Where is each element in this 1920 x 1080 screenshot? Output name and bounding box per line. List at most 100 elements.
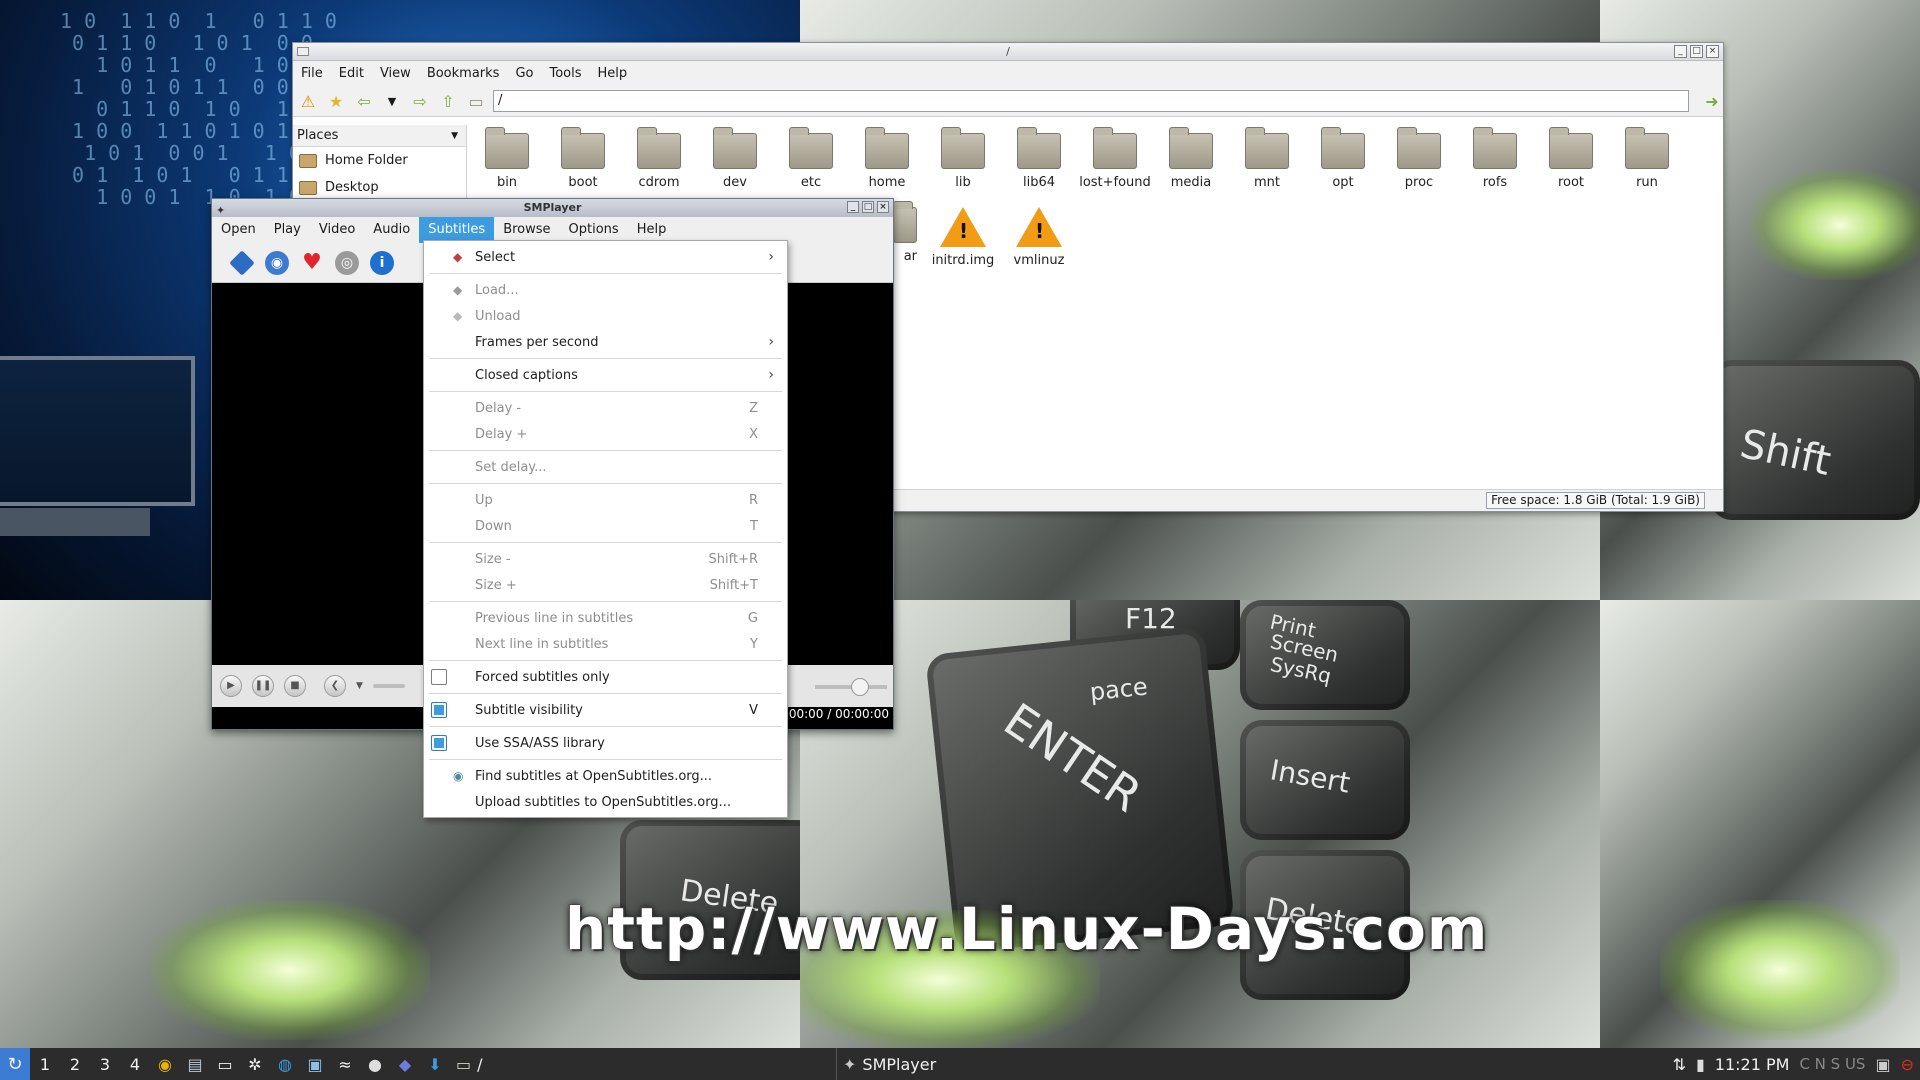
seek-slider[interactable] xyxy=(372,684,405,688)
menu-item-find-subs[interactable]: ◉ Find subtitles at OpenSubtitles.org... xyxy=(427,763,784,789)
file-item[interactable]: dev xyxy=(697,127,773,190)
menu-item-size-minus[interactable]: Size - Shift+R xyxy=(427,546,784,572)
menu-item-down[interactable]: Down T xyxy=(427,513,784,539)
maximize-button[interactable]: □ xyxy=(862,201,874,213)
player-icon[interactable]: ◆ xyxy=(390,1055,420,1074)
start-menu-button[interactable]: ↻ xyxy=(0,1048,30,1080)
media-icon[interactable]: ● xyxy=(360,1055,390,1074)
file-manager-icon[interactable]: ▤ xyxy=(180,1055,210,1074)
minimize-button[interactable]: _ xyxy=(847,201,859,213)
file-item[interactable]: rofs xyxy=(1457,127,1533,190)
file-item[interactable]: cdrom xyxy=(621,127,697,190)
chevron-down-icon[interactable]: ▼ xyxy=(356,681,363,691)
favorites-icon[interactable]: ♥ xyxy=(300,250,324,275)
chrome-icon[interactable]: ◉ xyxy=(150,1055,180,1074)
menu-item-select[interactable]: ◆ Select › xyxy=(427,244,784,270)
package-icon[interactable]: ▣ xyxy=(300,1055,330,1074)
minimize-button[interactable]: _ xyxy=(1674,45,1687,58)
places-header[interactable]: Places ▼ xyxy=(293,125,466,147)
clock[interactable]: 11:21 PM xyxy=(1715,1055,1790,1074)
menu-open[interactable]: Open xyxy=(212,217,265,243)
download-icon[interactable]: ⬇ xyxy=(420,1055,450,1074)
menu-bookmarks[interactable]: Bookmarks xyxy=(427,66,500,81)
menu-item-fps[interactable]: Frames per second › xyxy=(427,329,784,355)
play-button[interactable]: ▶ xyxy=(220,675,242,697)
smplayer-titlebar[interactable]: ✦ SMPlayer _ □ × xyxy=(212,199,893,217)
menu-item-set-delay[interactable]: Set delay... xyxy=(427,454,784,480)
menu-tools[interactable]: Tools xyxy=(549,66,581,81)
info-icon[interactable]: i xyxy=(370,250,394,275)
keyboard-indicators[interactable]: C N S US xyxy=(1799,1055,1865,1073)
path-input[interactable]: / xyxy=(493,90,1689,112)
menu-item-closed-captions[interactable]: Closed captions › xyxy=(427,362,784,388)
file-item[interactable]: mnt xyxy=(1229,127,1305,190)
file-item[interactable]: proc xyxy=(1381,127,1457,190)
new-tab-icon[interactable]: ★ xyxy=(325,90,347,112)
menu-item-delay-plus[interactable]: Delay + X xyxy=(427,421,784,447)
menu-item-next-line[interactable]: Next line in subtitles Y xyxy=(427,631,784,657)
menu-view[interactable]: View xyxy=(380,66,411,81)
terminal-icon[interactable]: ▭ xyxy=(210,1055,240,1074)
file-item[interactable]: run xyxy=(1609,127,1685,190)
network-icon[interactable]: ✲ xyxy=(240,1055,270,1074)
open-url-icon[interactable]: ◉ xyxy=(265,250,289,275)
task-file-manager[interactable]: ▭ / xyxy=(456,1055,836,1074)
menu-edit[interactable]: Edit xyxy=(339,66,364,81)
rewind-button[interactable]: ❮ xyxy=(324,675,346,697)
menu-item-unload[interactable]: ◆ Unload xyxy=(427,303,784,329)
menu-audio[interactable]: Audio xyxy=(364,217,419,243)
use-ssa-checkbox[interactable] xyxy=(431,735,447,751)
workspace-3[interactable]: 3 xyxy=(90,1055,120,1074)
pause-button[interactable]: ❚❚ xyxy=(252,675,274,697)
file-item[interactable]: home xyxy=(849,127,925,190)
task-smplayer[interactable]: ✦ SMPlayer xyxy=(836,1048,1236,1080)
display-icon[interactable]: ▣ xyxy=(1875,1055,1890,1074)
menu-item-size-plus[interactable]: Size + Shift+T xyxy=(427,572,784,598)
forced-only-checkbox[interactable] xyxy=(431,669,447,685)
file-item[interactable]: lib xyxy=(925,127,1001,190)
forward-icon[interactable]: ⇨ xyxy=(409,90,431,112)
file-item[interactable]: ! initrd.img xyxy=(925,207,1001,268)
open-file-icon[interactable] xyxy=(229,249,255,276)
menu-item-use-ssa[interactable]: Use SSA/ASS library xyxy=(427,730,784,756)
file-item[interactable]: ! vmlinuz xyxy=(1001,207,1077,268)
browser-icon[interactable]: ◍ xyxy=(270,1055,300,1074)
visibility-checkbox[interactable] xyxy=(431,702,447,718)
menu-help[interactable]: Help xyxy=(598,66,628,81)
screenshot-icon[interactable]: ◎ xyxy=(335,250,359,275)
menu-item-forced-only[interactable]: Forced subtitles only xyxy=(427,664,784,690)
file-item[interactable]: media xyxy=(1153,127,1229,190)
close-button[interactable]: × xyxy=(1706,45,1719,58)
power-icon[interactable]: ⊖ xyxy=(1901,1055,1914,1074)
file-manager-titlebar[interactable]: / _ □ × xyxy=(293,43,1723,61)
menu-item-load[interactable]: ◆ Load... xyxy=(427,277,784,303)
menu-video[interactable]: Video xyxy=(310,217,364,243)
menu-item-delay-minus[interactable]: Delay - Z xyxy=(427,395,784,421)
menu-file[interactable]: File xyxy=(301,66,323,81)
file-item[interactable]: etc xyxy=(773,127,849,190)
drive-icon[interactable]: ▮ xyxy=(1696,1055,1705,1074)
place-desktop[interactable]: Desktop xyxy=(293,174,466,201)
file-item[interactable]: lost+found xyxy=(1077,127,1153,190)
menu-item-prev-line[interactable]: Previous line in subtitles G xyxy=(427,605,784,631)
chevron-down-icon[interactable]: ▼ xyxy=(451,131,458,141)
menu-item-visibility[interactable]: Subtitle visibility V xyxy=(427,697,784,723)
stop-button[interactable]: ■ xyxy=(284,675,306,697)
close-button[interactable]: × xyxy=(877,201,889,213)
go-icon[interactable]: ➜ xyxy=(1701,90,1723,112)
file-item[interactable]: lib64 xyxy=(1001,127,1077,190)
menu-play[interactable]: Play xyxy=(265,217,310,243)
up-icon[interactable]: ⇧ xyxy=(437,90,459,112)
workspace-4[interactable]: 4 xyxy=(120,1055,150,1074)
app-launcher-icon[interactable]: ≈ xyxy=(330,1055,360,1074)
maximize-button[interactable]: □ xyxy=(1690,45,1703,58)
file-item[interactable]: bin xyxy=(469,127,545,190)
history-dropdown-icon[interactable]: ▼ xyxy=(381,90,403,112)
file-item[interactable]: opt xyxy=(1305,127,1381,190)
menu-item-upload-subs[interactable]: Upload subtitles to OpenSubtitles.org... xyxy=(427,789,784,815)
workspace-1[interactable]: 1 xyxy=(30,1055,60,1074)
file-item[interactable]: boot xyxy=(545,127,621,190)
menu-go[interactable]: Go xyxy=(515,66,533,81)
back-icon[interactable]: ⇦ xyxy=(353,90,375,112)
menu-item-up[interactable]: Up R xyxy=(427,487,784,513)
